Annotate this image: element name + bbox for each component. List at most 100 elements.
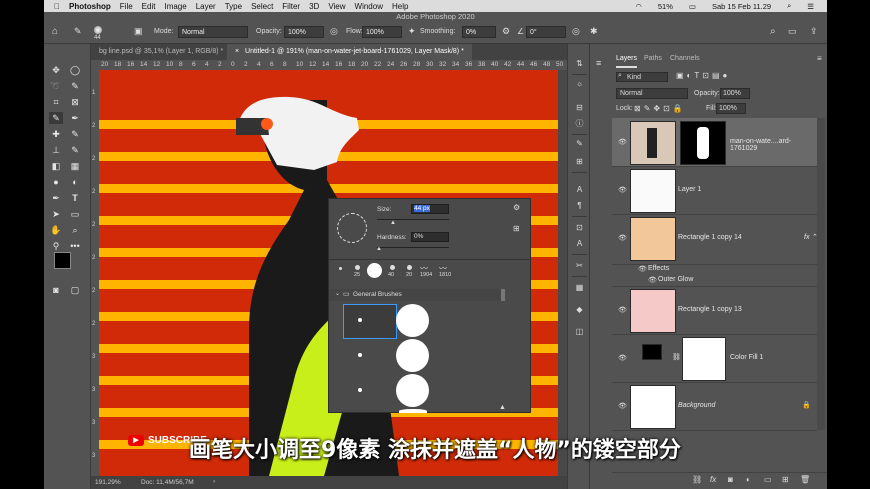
clone-source-icon[interactable]: ⊞ bbox=[573, 156, 586, 168]
history-brush-icon[interactable]: ✎ bbox=[68, 144, 82, 156]
lasso-tool-icon[interactable]: ➰ bbox=[49, 80, 63, 92]
layer-opacity-field[interactable]: 100% bbox=[720, 88, 750, 99]
layer-row-layer1[interactable]: 👁 Layer 1 bbox=[612, 166, 817, 215]
path-select-icon[interactable]: ➤ bbox=[49, 208, 63, 220]
layer-name[interactable]: Layer 1 bbox=[678, 186, 701, 193]
zoom-level[interactable]: 191,29% bbox=[95, 479, 121, 486]
layer-row-rect13[interactable]: 👁 Rectangle 1 copy 13 bbox=[612, 286, 817, 335]
hardness-input[interactable]: 0% bbox=[411, 232, 449, 242]
search-icon[interactable]: ⌕ bbox=[787, 1, 791, 11]
tab-untitled-1[interactable]: × Untitled-1 @ 191% (man-on-water-jet-bo… bbox=[227, 44, 472, 60]
brush-group-header[interactable]: ⌄ ▭ General Brushes bbox=[329, 289, 501, 301]
menu-image[interactable]: Image bbox=[164, 2, 186, 11]
battery-percent[interactable]: 51% bbox=[658, 2, 673, 11]
menu-app-name[interactable]: Photoshop bbox=[69, 2, 111, 11]
dodge-tool-icon[interactable]: ◐ bbox=[68, 176, 82, 188]
tab-paths[interactable]: Paths bbox=[644, 52, 662, 66]
layer-row-rect14[interactable]: 👁 Rectangle 1 copy 14 fx ⌃ bbox=[612, 214, 818, 265]
layer-name[interactable]: Rectangle 1 copy 14 bbox=[678, 234, 742, 241]
gear-icon[interactable]: ⚙ bbox=[502, 26, 510, 37]
gradient-icon[interactable]: ▦ bbox=[68, 160, 82, 172]
eye-icon[interactable]: 👁 bbox=[618, 306, 627, 314]
eye-icon[interactable]: 👁 bbox=[618, 234, 627, 242]
layer-row-man[interactable]: 👁 man-on-wate....ard-1761029 bbox=[612, 118, 817, 167]
airbrush-icon[interactable]: ✦ bbox=[408, 26, 416, 37]
preset-brush-icon[interactable] bbox=[339, 267, 342, 270]
menu-select[interactable]: Select bbox=[251, 2, 273, 11]
marquee-tool-icon[interactable]: ◯ bbox=[68, 64, 82, 76]
swatches-icon[interactable]: ⊡ bbox=[573, 222, 586, 234]
preset-brush-icon[interactable] bbox=[390, 265, 395, 270]
preset-brush-icon[interactable] bbox=[367, 263, 382, 278]
trash-icon[interactable]: 🗑 bbox=[800, 475, 810, 484]
preset-brush-icon[interactable] bbox=[355, 265, 360, 270]
hardness-slider[interactable] bbox=[377, 247, 449, 248]
panel-menu-icon[interactable]: ≡ bbox=[817, 54, 822, 63]
lock-icon[interactable]: 🔒 bbox=[802, 401, 811, 409]
layer-row-background[interactable]: 👁 Background 🔒 bbox=[612, 382, 817, 431]
size-slider-handle[interactable]: ▲ bbox=[390, 220, 396, 226]
adjustments-icon[interactable]: ◫ bbox=[573, 326, 586, 338]
eye-icon[interactable]: 👁 bbox=[618, 138, 627, 146]
hardness-slider-handle[interactable]: ▲ bbox=[376, 246, 382, 252]
canvas-scrollbar[interactable] bbox=[558, 70, 567, 476]
zoom-icon[interactable]: ⚲ bbox=[49, 240, 63, 252]
home-icon[interactable]: ⌂ bbox=[52, 26, 58, 37]
eye-icon[interactable]: 👁 bbox=[648, 276, 657, 284]
crop-tool-icon[interactable]: ⌗ bbox=[49, 96, 63, 108]
rectangle-tool-icon[interactable]: ▭ bbox=[68, 208, 82, 220]
layer-mask-thumbnail[interactable] bbox=[682, 337, 726, 381]
menu-window[interactable]: Window bbox=[355, 2, 383, 11]
info-icon[interactable]: ⓘ bbox=[573, 118, 586, 130]
add-mask-icon[interactable]: ◙ bbox=[728, 475, 733, 484]
menu-file[interactable]: File bbox=[120, 2, 133, 11]
menu-type[interactable]: Type bbox=[225, 2, 242, 11]
angle-field[interactable]: 0° bbox=[526, 26, 566, 38]
healing-brush-icon[interactable]: ✚ bbox=[49, 128, 63, 140]
eye-icon[interactable]: 👁 bbox=[618, 186, 627, 194]
history-icon[interactable]: ⇅ bbox=[573, 58, 586, 70]
move-tool-icon[interactable]: ✥ bbox=[49, 64, 63, 76]
brush-settings-icon[interactable]: ✎ bbox=[573, 138, 586, 150]
brush-tool-icon[interactable]: ✎ bbox=[49, 112, 63, 124]
blend-mode-select[interactable]: Normal bbox=[616, 88, 688, 99]
layer-name[interactable]: Rectangle 1 copy 13 bbox=[678, 306, 742, 313]
brush-angle-preview[interactable] bbox=[337, 213, 367, 243]
tab-channels[interactable]: Channels bbox=[670, 52, 700, 66]
pressure-opacity-icon[interactable]: ◎ bbox=[330, 26, 338, 37]
group-icon[interactable]: ▭ bbox=[764, 475, 772, 484]
eraser-icon[interactable]: ◧ bbox=[49, 160, 63, 172]
glyphs-icon[interactable]: A bbox=[573, 238, 586, 250]
layer-name[interactable]: Color Fill 1 bbox=[730, 354, 763, 361]
effects-row[interactable]: 👁 Effects bbox=[612, 264, 817, 275]
tools-icon[interactable]: ✂ bbox=[573, 260, 586, 272]
layer-mask-thumbnail[interactable] bbox=[680, 121, 726, 165]
tab-layers[interactable]: Layers bbox=[616, 52, 638, 68]
datetime[interactable]: Sab 15 Feb 11.29 bbox=[712, 2, 771, 11]
fx-icon[interactable]: fx bbox=[804, 234, 809, 241]
brush-dot-icon[interactable] bbox=[358, 388, 362, 392]
popup-scrollbar[interactable] bbox=[501, 289, 505, 301]
menu-filter[interactable]: Filter bbox=[282, 2, 300, 11]
screen-mode-icon[interactable]: ▢ bbox=[68, 284, 82, 296]
menu-help[interactable]: Help bbox=[392, 2, 408, 11]
wifi-icon[interactable]: ◠ bbox=[635, 2, 642, 11]
type-tool-icon[interactable]: T bbox=[68, 192, 82, 204]
pen-tool-icon[interactable]: ✒ bbox=[49, 192, 63, 204]
frame-tool-icon[interactable]: ⊠ bbox=[68, 96, 82, 108]
eye-icon[interactable]: 👁 bbox=[618, 402, 627, 410]
smoothing-field[interactable]: 0% bbox=[462, 26, 496, 38]
quick-select-icon[interactable]: ✎ bbox=[68, 80, 82, 92]
layer-row-colorfill[interactable]: 👁 ⛓ Color Fill 1 bbox=[612, 334, 817, 383]
menu-view[interactable]: View bbox=[328, 2, 345, 11]
tab-bg-line[interactable]: bg line.psd @ 35,1% (Layer 1, RGB/8) * × bbox=[91, 44, 241, 60]
pressure-size-icon[interactable]: ◎ bbox=[572, 26, 580, 37]
eyedropper-icon[interactable]: ✒ bbox=[68, 112, 82, 124]
new-layer-icon[interactable]: ⊞ bbox=[782, 475, 789, 484]
doc-size[interactable]: Doc: 11,4M/56,7M bbox=[141, 479, 194, 486]
brush-dot-icon[interactable] bbox=[358, 353, 362, 357]
flow-field[interactable]: 100% bbox=[362, 26, 402, 38]
paragraph-icon[interactable]: ¶ bbox=[573, 200, 586, 212]
eye-icon[interactable]: 👁 bbox=[618, 354, 627, 362]
filter-kind-select[interactable]: Kind bbox=[616, 72, 668, 82]
